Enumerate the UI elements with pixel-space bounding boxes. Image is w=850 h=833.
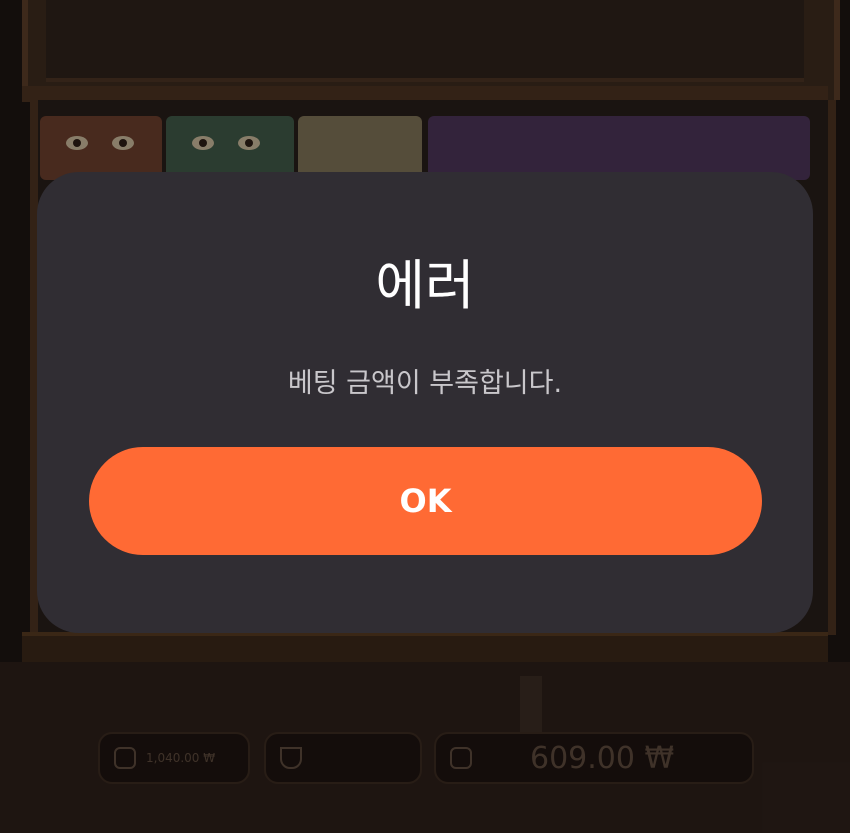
ok-button[interactable]: OK [89,447,762,555]
dialog-title: 에러 [375,254,475,317]
dialog-message: 베팅 금액이 부족합니다. [287,368,563,399]
error-dialog: 에러 베팅 금액이 부족합니다. OK [37,172,813,633]
